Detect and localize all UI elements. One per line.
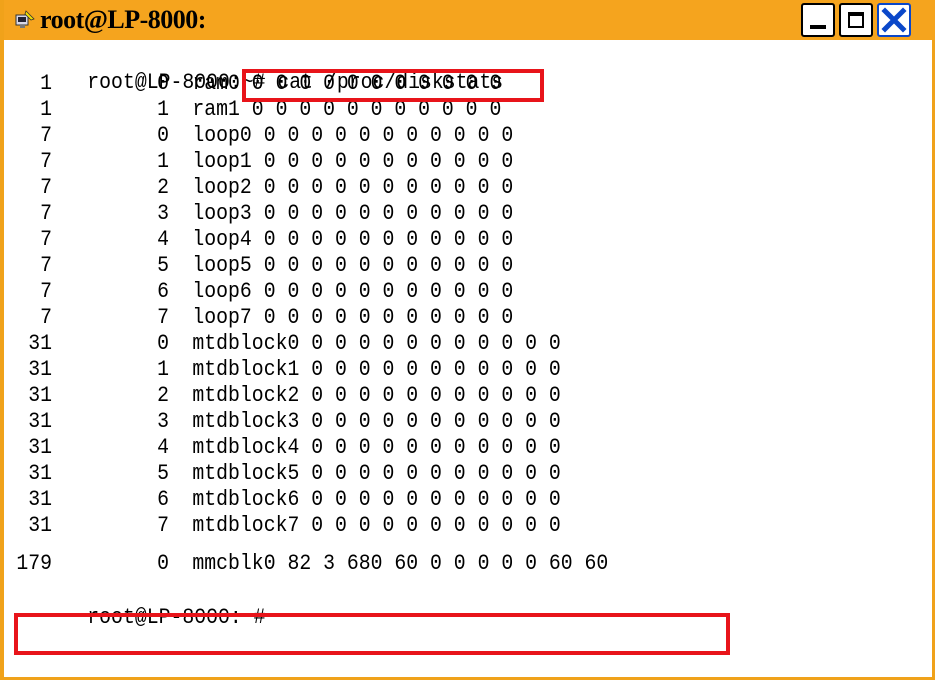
device-stats: loop4 0 0 0 0 0 0 0 0 0 0 0 — [192, 227, 514, 252]
minor-number: 1 — [157, 357, 169, 382]
minimize-button[interactable] — [801, 3, 835, 37]
major-number: 7 — [40, 149, 52, 174]
major-number: 31 — [28, 513, 52, 538]
device-stats: loop3 0 0 0 0 0 0 0 0 0 0 0 — [192, 201, 514, 226]
major-number: 31 — [28, 409, 52, 434]
device-stats: loop2 0 0 0 0 0 0 0 0 0 0 0 — [192, 175, 514, 200]
maximize-icon — [848, 12, 864, 28]
putty-terminal-icon — [15, 10, 35, 28]
minor-number: 7 — [157, 513, 169, 538]
terminal-window: root@LP-8000: root@LP-8000:~# cat /proc/… — [0, 0, 935, 680]
minor-number: 1 — [157, 97, 169, 122]
device-stats: loop6 0 0 0 0 0 0 0 0 0 0 0 — [192, 279, 514, 304]
device-stats: ram1 0 0 0 0 0 0 0 0 0 0 0 — [192, 97, 502, 122]
major-number: 7 — [40, 253, 52, 278]
minor-number: 4 — [157, 435, 169, 460]
major-number: 31 — [28, 461, 52, 486]
final-shell-prompt: root@LP-8000:~# — [87, 605, 266, 630]
window-title: root@LP-8000: — [40, 5, 206, 34]
minor-number: 6 — [157, 279, 169, 304]
major-number: 7 — [40, 201, 52, 226]
device-stats: loop7 0 0 0 0 0 0 0 0 0 0 0 — [192, 305, 514, 330]
device-stats: ram0 0 0 0 0 0 0 0 0 0 0 0 — [192, 71, 502, 96]
title-bar[interactable]: root@LP-8000: — [4, 0, 935, 40]
device-stats: mtdblock7 0 0 0 0 0 0 0 0 0 0 0 — [192, 513, 561, 538]
major-number: 31 — [28, 487, 52, 512]
device-stats: mtdblock4 0 0 0 0 0 0 0 0 0 0 0 — [192, 435, 561, 460]
minor-number: 0 — [157, 551, 169, 576]
minor-number: 3 — [157, 201, 169, 226]
device-stats: mtdblock6 0 0 0 0 0 0 0 0 0 0 0 — [192, 487, 561, 512]
device-stats: loop0 0 0 0 0 0 0 0 0 0 0 0 — [192, 123, 514, 148]
major-number: 7 — [40, 279, 52, 304]
minor-number: 0 — [157, 331, 169, 356]
major-number: 7 — [40, 123, 52, 148]
minor-number: 4 — [157, 227, 169, 252]
major-number: 7 — [40, 227, 52, 252]
minor-number: 2 — [157, 383, 169, 408]
device-stats: mtdblock0 0 0 0 0 0 0 0 0 0 0 0 — [192, 331, 561, 356]
minor-number: 7 — [157, 305, 169, 330]
major-number: 31 — [28, 435, 52, 460]
minor-number: 1 — [157, 149, 169, 174]
major-number: 31 — [28, 383, 52, 408]
major-number: 179 — [16, 551, 52, 576]
minor-number: 2 — [157, 175, 169, 200]
major-number: 7 — [40, 175, 52, 200]
minor-number: 5 — [157, 253, 169, 278]
device-stats: mtdblock5 0 0 0 0 0 0 0 0 0 0 0 — [192, 461, 561, 486]
minor-number: 5 — [157, 461, 169, 486]
terminal-output[interactable]: root@LP-8000:~# cat /proc/diskstats 1 0 ra… — [10, 42, 930, 674]
minor-number: 0 — [157, 71, 169, 96]
device-stats: loop5 0 0 0 0 0 0 0 0 0 0 0 — [192, 253, 514, 278]
major-number: 31 — [28, 357, 52, 382]
device-stats: mmcblk0 82 3 680 60 0 0 0 0 0 60 60 — [192, 551, 609, 576]
minor-number: 0 — [157, 123, 169, 148]
close-icon — [881, 7, 907, 33]
command-line: root@LP-8000:~# cat /proc/diskstats — [16, 44, 503, 95]
close-button[interactable] — [877, 3, 911, 37]
major-number: 31 — [28, 331, 52, 356]
major-number: 1 — [40, 97, 52, 122]
minimize-icon — [810, 25, 826, 29]
major-number: 1 — [40, 71, 52, 96]
minor-number: 3 — [157, 409, 169, 434]
device-stats: mtdblock3 0 0 0 0 0 0 0 0 0 0 0 — [192, 409, 561, 434]
minor-number: 6 — [157, 487, 169, 512]
device-stats: mtdblock1 0 0 0 0 0 0 0 0 0 0 0 — [192, 357, 561, 382]
device-stats: mtdblock2 0 0 0 0 0 0 0 0 0 0 0 — [192, 383, 561, 408]
final-prompt-line: root@LP-8000:~# — [16, 579, 265, 630]
device-stats: loop1 0 0 0 0 0 0 0 0 0 0 0 — [192, 149, 514, 174]
major-number: 7 — [40, 305, 52, 330]
maximize-button[interactable] — [839, 3, 873, 37]
